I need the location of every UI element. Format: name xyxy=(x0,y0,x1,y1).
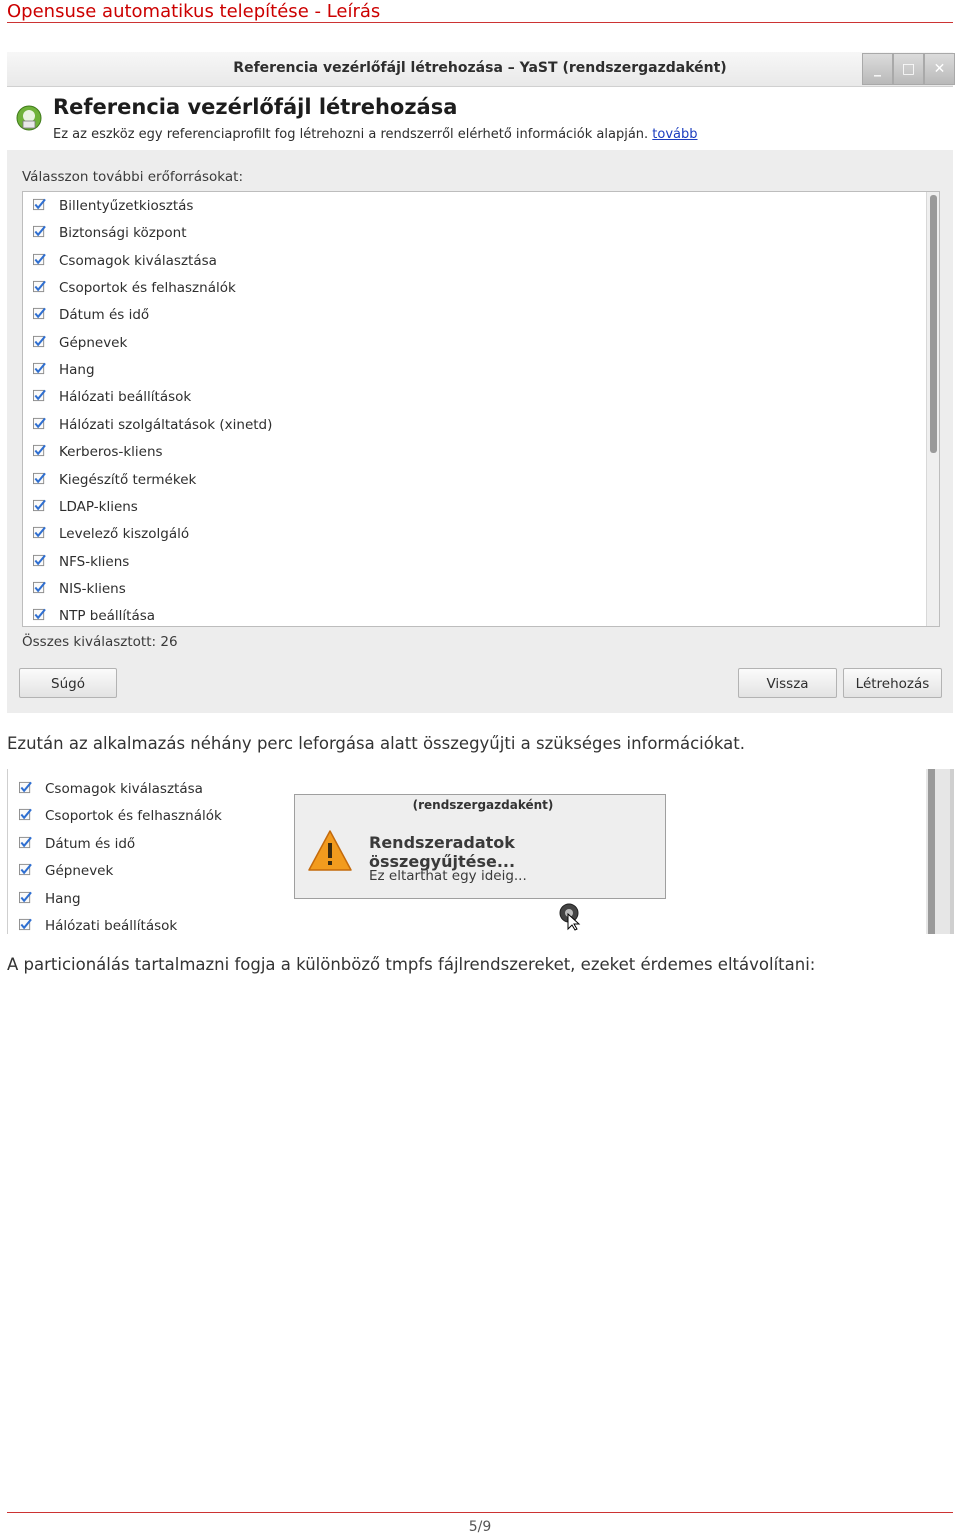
resource-label: LDAP-kliens xyxy=(59,498,138,515)
resource-label: Hálózati beállítások xyxy=(59,389,192,406)
header-title: Referencia vezérlőfájl létrehozása xyxy=(53,95,458,119)
resource-checkbox-item[interactable]: Csomagok kiválasztása xyxy=(14,776,914,803)
screenshot-scrollbar xyxy=(926,769,954,934)
resource-label: Gépnevek xyxy=(45,863,114,880)
resource-label: Hálózati beállítások xyxy=(45,918,178,934)
window-title: Referencia vezérlőfájl létrehozása – YaS… xyxy=(233,60,727,76)
resource-label: Kerberos-kliens xyxy=(59,444,163,461)
collecting-screenshot: (rendszergazdaként) Rendszeradatok össze… xyxy=(7,769,954,934)
checkmark-icon[interactable] xyxy=(19,918,32,931)
checkmark-icon[interactable] xyxy=(33,335,46,348)
checkmark-icon[interactable] xyxy=(19,781,32,794)
resource-checkbox-item[interactable]: Billentyűzetkiosztás xyxy=(28,193,928,220)
resource-checkbox-item[interactable]: Kiegészítő termékek xyxy=(28,467,928,494)
resource-label: Hang xyxy=(45,890,81,907)
resource-label: NTP beállítása xyxy=(59,608,156,625)
back-button[interactable]: Vissza xyxy=(738,668,837,698)
resource-label: Dátum és idő xyxy=(59,307,150,324)
checkmark-icon[interactable] xyxy=(19,863,32,876)
resource-label: Biztonsági központ xyxy=(59,225,187,242)
minimize-icon: _ xyxy=(874,61,881,77)
maximize-icon: □ xyxy=(901,61,916,77)
checkmark-icon[interactable] xyxy=(33,472,46,485)
checkmark-icon[interactable] xyxy=(33,581,46,594)
title-divider xyxy=(7,22,953,23)
window-titlebar: Referencia vezérlőfájl létrehozása – YaS… xyxy=(7,52,955,87)
scrollbar-thumb[interactable] xyxy=(930,195,937,453)
resource-label: NIS-kliens xyxy=(59,580,126,597)
resource-checkbox-item[interactable]: Gépnevek xyxy=(28,330,928,357)
resource-checkbox-item[interactable]: Levelező kiszolgáló xyxy=(28,521,928,548)
resource-checkbox-item[interactable]: Dátum és idő xyxy=(28,302,928,329)
close-button[interactable]: ✕ xyxy=(924,53,955,85)
resource-checkbox-item[interactable]: LDAP-kliens xyxy=(28,494,928,521)
resource-label: Hang xyxy=(59,362,95,379)
paragraph-partitioning: A particionálás tartalmazni fogja a külö… xyxy=(7,955,816,974)
yast-window: Referencia vezérlőfájl létrehozása – YaS… xyxy=(7,52,955,713)
checkmark-icon[interactable] xyxy=(33,280,46,293)
resource-checkbox-item[interactable]: Biztonsági központ xyxy=(28,220,928,247)
checkmark-icon[interactable] xyxy=(33,554,46,567)
more-link[interactable]: tovább xyxy=(652,127,697,142)
close-icon: ✕ xyxy=(933,61,946,77)
checkmark-icon[interactable] xyxy=(33,444,46,457)
resource-label: Levelező kiszolgáló xyxy=(59,526,190,543)
resource-checkbox-item[interactable]: Hang xyxy=(14,886,914,913)
resource-checkbox-item[interactable]: Kerberos-kliens xyxy=(28,439,928,466)
resource-checkbox-item[interactable]: Gépnevek xyxy=(14,858,914,885)
resource-checkbox-item[interactable]: NFS-kliens xyxy=(28,549,928,576)
resource-checkbox-item[interactable]: Dátum és idő xyxy=(14,831,914,858)
footer-divider xyxy=(7,1512,953,1513)
resource-checkbox-item[interactable]: NTP beállítása xyxy=(28,603,928,626)
resource-checkbox-item[interactable]: Hálózati szolgáltatások (xinetd) xyxy=(28,412,928,439)
resource-checkbox-item[interactable]: Hang xyxy=(28,357,928,384)
resource-label: Dátum és idő xyxy=(45,835,136,852)
screenshot-scrollbar-thumb xyxy=(928,769,935,934)
total-selected: Összes kiválasztott: 26 xyxy=(22,634,178,650)
resource-label: Csoportok és felhasználók xyxy=(45,808,222,825)
checkmark-icon[interactable] xyxy=(33,526,46,539)
checkmark-icon[interactable] xyxy=(19,891,32,904)
checkmark-icon[interactable] xyxy=(33,307,46,320)
resource-label: Csomagok kiválasztása xyxy=(45,781,203,797)
resource-label: Csoportok és felhasználók xyxy=(59,280,236,297)
resource-checkbox-item[interactable]: Csoportok és felhasználók xyxy=(14,803,914,830)
resource-label: Hálózati szolgáltatások (xinetd) xyxy=(59,416,273,433)
resource-label: NFS-kliens xyxy=(59,553,130,570)
resource-label: Billentyűzetkiosztás xyxy=(59,198,194,214)
checkmark-icon[interactable] xyxy=(33,198,46,211)
resource-checkbox-item[interactable]: Csomagok kiválasztása xyxy=(28,248,928,275)
checkmark-icon[interactable] xyxy=(33,389,46,402)
checkmark-icon[interactable] xyxy=(19,808,32,821)
resource-label: Csomagok kiválasztása xyxy=(59,252,217,269)
resource-checkbox-item[interactable]: Csoportok és felhasználók xyxy=(28,275,928,302)
checkmark-icon[interactable] xyxy=(33,499,46,512)
header-description-text: Ez az eszköz egy referenciaprofilt fog l… xyxy=(53,127,649,142)
page-number: 5/9 xyxy=(468,1519,492,1535)
header-description: Ez az eszköz egy referenciaprofilt fog l… xyxy=(53,127,698,142)
checkmark-icon[interactable] xyxy=(19,836,32,849)
resource-checkbox-item[interactable]: Hálózati beállítások xyxy=(28,384,928,411)
help-button[interactable]: Súgó xyxy=(19,668,117,698)
resource-checkbox-item[interactable]: Hálózati beállítások xyxy=(14,913,914,934)
resources-list[interactable]: Billentyűzetkiosztás Biztonsági központ Cs… xyxy=(22,191,940,627)
create-button[interactable]: Létrehozás xyxy=(843,668,942,698)
checkmark-icon[interactable] xyxy=(33,362,46,375)
checkmark-icon[interactable] xyxy=(33,225,46,238)
choose-resources-label: Válasszon további erőforrásokat: xyxy=(22,169,243,185)
maximize-button[interactable]: □ xyxy=(893,53,924,85)
checkmark-icon[interactable] xyxy=(33,253,46,266)
yast-autoinstall-icon xyxy=(16,105,42,131)
resource-checkbox-item[interactable]: NIS-kliens xyxy=(28,576,928,603)
resource-label: Kiegészítő termékek xyxy=(59,471,197,488)
resource-label: Gépnevek xyxy=(59,334,128,351)
minimize-button[interactable]: _ xyxy=(862,53,893,85)
checkmark-icon[interactable] xyxy=(33,417,46,430)
screenshot-edge xyxy=(950,769,954,934)
checkmark-icon[interactable] xyxy=(33,608,46,621)
dialog-header: Referencia vezérlőfájl létrehozása Ez az… xyxy=(7,87,953,150)
document-title: Opensuse automatikus telepítése - Leírás xyxy=(7,1,381,22)
paragraph-collecting: Ezután az alkalmazás néhány perc leforgá… xyxy=(7,734,745,753)
